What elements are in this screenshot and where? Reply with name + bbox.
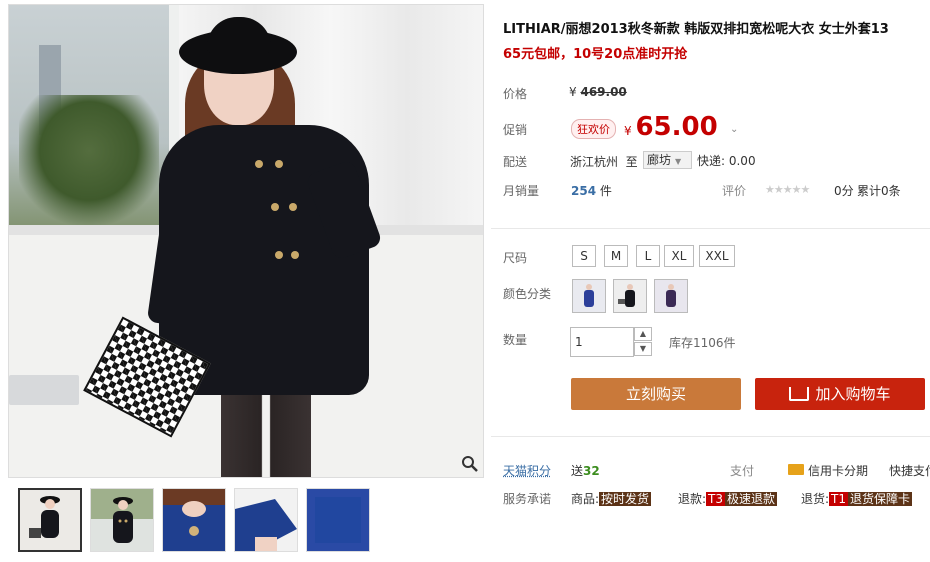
points-value: 32: [583, 464, 600, 478]
promo-price: ¥ 65.00: [624, 112, 718, 142]
price-panel: [491, 66, 930, 226]
service-goods[interactable]: 商品: 按时发货: [571, 490, 652, 507]
coat-button: [289, 203, 297, 211]
coat-button: [255, 160, 263, 168]
tmall-points-link[interactable]: 天猫积分: [503, 462, 551, 479]
review-score: 0分: [834, 184, 854, 198]
model-legs: [221, 390, 311, 477]
shipping-from: 浙江杭州: [570, 155, 619, 169]
thumbnail-4[interactable]: [234, 488, 298, 552]
size-label: 尺码: [503, 251, 528, 265]
chevron-down-icon[interactable]: ⌄: [730, 124, 738, 135]
express-fee: 快递: 0.00: [697, 154, 756, 168]
promo-label: 促销: [503, 123, 528, 137]
credit-installment-link[interactable]: 信用卡分期: [808, 462, 868, 479]
quantity-up-button[interactable]: ▲: [634, 327, 652, 341]
color-swatch-3: [655, 280, 687, 312]
review-total-link[interactable]: 累计0条: [857, 182, 901, 199]
thumbnail-3-image: [163, 489, 225, 551]
thumbnail-5[interactable]: [306, 488, 370, 552]
thumbnail-1-image: [20, 490, 80, 550]
service-goods-prefix: 商品:: [571, 492, 600, 506]
shipping-label: 配送: [503, 155, 528, 169]
monthly-sales: 254 件: [571, 182, 612, 199]
promo-price-value: 65.00: [635, 112, 718, 142]
destination-value: 廊坊: [647, 153, 672, 167]
product-subtitle: 65元包邮，10号20点准时开抢: [503, 47, 688, 62]
sales-unit: 件: [599, 184, 612, 198]
service-goods-tag: 按时发货: [599, 492, 652, 506]
thumbnail-2[interactable]: [90, 488, 154, 552]
stock-count: 库存1106件: [669, 336, 736, 350]
color-label: 颜色分类: [503, 287, 552, 301]
original-price-value: 469.00: [580, 85, 627, 99]
color-option-2[interactable]: [613, 279, 647, 313]
size-option-m[interactable]: M: [604, 245, 628, 267]
thumbnail-5-image: [307, 489, 369, 551]
size-option-l[interactable]: L: [636, 245, 660, 267]
size-option-xxl[interactable]: XXL: [699, 245, 735, 267]
service-refund-code: T3: [706, 492, 726, 506]
image-book: [9, 375, 79, 405]
review-label: 评价: [722, 184, 747, 198]
service-return-tag: 退货保障卡: [848, 492, 913, 506]
points-prefix: 送: [571, 464, 584, 478]
shipping-origin: 浙江杭州 至: [570, 153, 638, 170]
shipping-to-word: 至: [625, 155, 638, 169]
service-refund-tag: 极速退款: [725, 492, 778, 506]
promo-badge: 狂欢价: [571, 119, 616, 139]
promo-price-currency: ¥: [624, 124, 632, 138]
chevron-down-icon: ▼: [675, 157, 682, 166]
buy-now-button[interactable]: 立刻购买: [571, 378, 741, 410]
thumbnail-4-image: [235, 489, 297, 551]
color-swatch-2: [614, 280, 646, 312]
quantity-down-button[interactable]: ▼: [634, 342, 652, 356]
divider: [491, 228, 930, 229]
main-product-image[interactable]: [8, 4, 484, 478]
quantity-label: 数量: [503, 333, 528, 347]
add-to-cart-label: 加入购物车: [815, 385, 891, 403]
coat-button: [271, 203, 279, 211]
zoom-icon[interactable]: [461, 455, 479, 473]
destination-select[interactable]: 廊坊 ▼: [643, 151, 692, 169]
thumbnail-2-image: [91, 489, 153, 551]
service-label: 服务承诺: [503, 492, 552, 506]
tmall-points: 送32: [571, 462, 600, 479]
coat-button: [275, 160, 283, 168]
service-return-code: T1: [829, 492, 849, 506]
credit-card-icon: [788, 464, 804, 475]
sales-label: 月销量: [503, 184, 540, 198]
size-option-s[interactable]: S: [572, 245, 596, 267]
sales-count: 254: [571, 184, 597, 198]
thumbnail-3[interactable]: [162, 488, 226, 552]
original-price: ¥ 469.00: [569, 85, 627, 99]
add-to-cart-button[interactable]: 加入购物车: [755, 378, 925, 410]
original-price-currency: ¥: [569, 85, 577, 99]
service-return[interactable]: 退货: T1 退货保障卡: [801, 490, 913, 507]
color-option-1[interactable]: [572, 279, 606, 313]
quantity-input[interactable]: 1: [570, 327, 634, 357]
product-title: LITHIAR/丽想2013秋冬新款 韩版双排扣宽松呢大衣 女士外套13: [503, 22, 889, 37]
quick-pay-link[interactable]: 快捷支付: [889, 462, 930, 479]
price-label: 价格: [503, 87, 528, 101]
color-option-3[interactable]: [654, 279, 688, 313]
service-refund-prefix: 退款:: [678, 492, 707, 506]
coat-button: [275, 251, 283, 259]
color-swatch-1: [573, 280, 605, 312]
size-option-xl[interactable]: XL: [664, 245, 694, 267]
coat-button: [291, 251, 299, 259]
image-tree: [19, 95, 159, 235]
divider: [491, 436, 930, 437]
service-return-prefix: 退货:: [801, 492, 830, 506]
cart-icon: [789, 386, 810, 401]
thumbnail-1[interactable]: [18, 488, 82, 552]
star-icon: ★★★★★: [765, 183, 810, 196]
service-refund[interactable]: 退款: T3 极速退款: [678, 490, 778, 507]
payment-label: 支付: [730, 464, 755, 478]
